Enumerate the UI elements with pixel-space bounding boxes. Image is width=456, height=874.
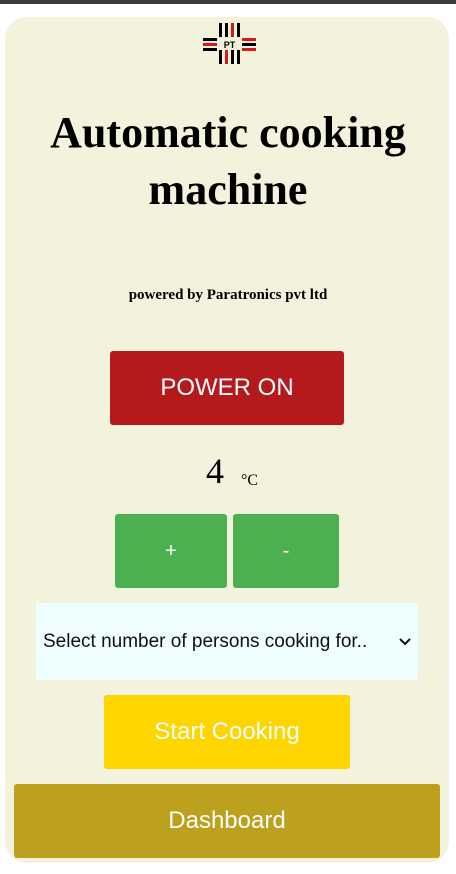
chevron-down-icon [398, 635, 412, 649]
power-button[interactable]: POWER ON [110, 351, 344, 425]
persons-select-value: Select number of persons cooking for.. [43, 630, 368, 652]
increase-temperature-button[interactable]: + [115, 514, 227, 588]
temperature-value: 4 [206, 451, 224, 491]
start-cooking-button[interactable]: Start Cooking [104, 695, 350, 769]
browser-top-bar [0, 0, 456, 4]
page-subtitle: powered by Paratronics pvt ltd [128, 287, 328, 303]
logo-text: PT [224, 40, 236, 50]
temperature-unit: °C [241, 472, 259, 489]
temperature-display: 4 °C [0, 446, 456, 496]
decrease-temperature-button[interactable]: - [233, 514, 339, 588]
paratronics-logo-icon: PT [200, 20, 256, 66]
persons-select[interactable]: Select number of persons cooking for.. [36, 603, 418, 680]
page-title: Automatic cooking machine [50, 108, 406, 214]
dashboard-button[interactable]: Dashboard [14, 784, 440, 858]
